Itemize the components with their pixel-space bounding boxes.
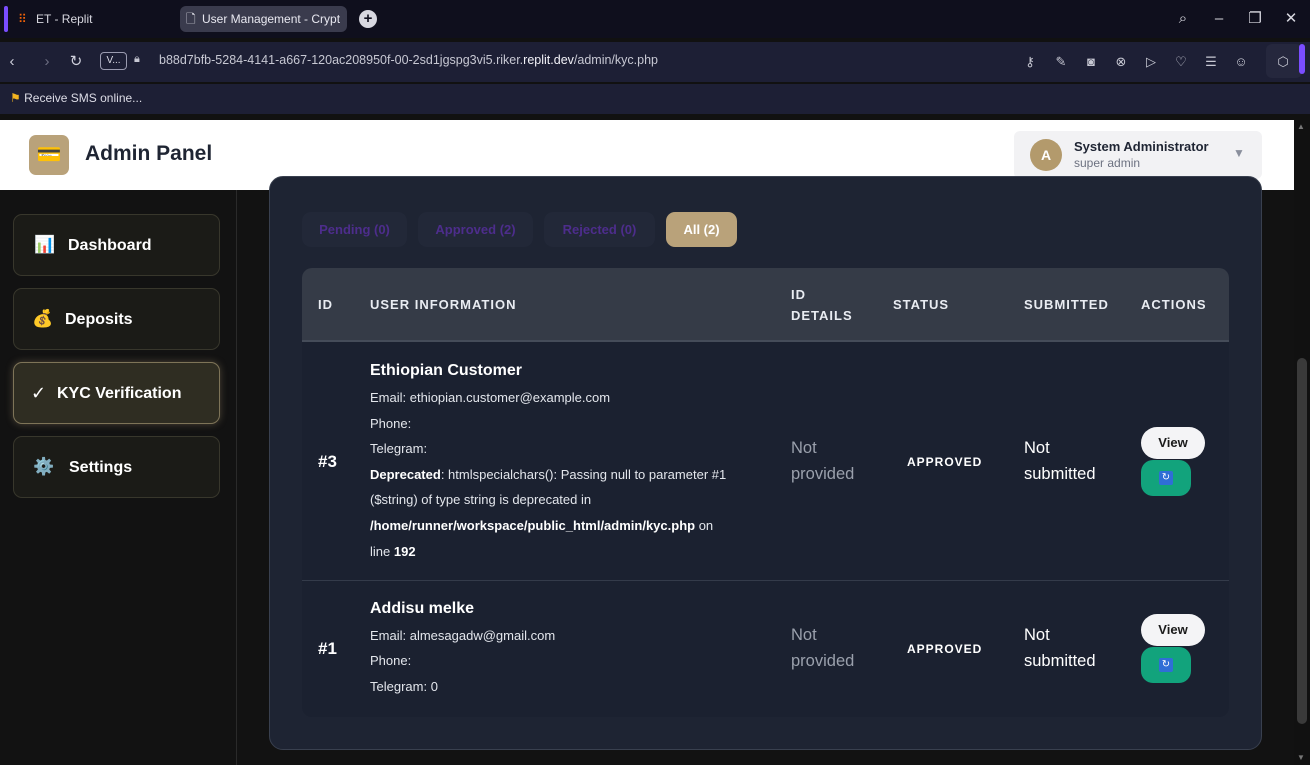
sidebar-item-settings[interactable]: ⚙️ Settings [13, 436, 220, 498]
user-role: super admin [1074, 156, 1141, 170]
status-badge: APPROVED [907, 455, 983, 469]
row-id: #3 [318, 452, 337, 471]
replit-icon: ⠿ [18, 12, 27, 26]
view-button[interactable]: View [1141, 614, 1205, 646]
tab-et-replit[interactable]: ⠿ ET - Replit [14, 6, 174, 32]
scroll-up-icon[interactable]: ▲ [1297, 122, 1305, 131]
row-telegram: Telegram: [370, 441, 428, 456]
message-flag-icon: ⚑ [10, 91, 21, 105]
workspace-indicator [4, 6, 8, 32]
money-bag-icon: 💰 [32, 309, 54, 328]
tab-user-management[interactable]: 🗋 User Management - Crypt [180, 6, 347, 32]
php-warning-line3: /home/runner/workspace/public_html/admin… [370, 518, 714, 533]
avatar[interactable]: A [1030, 139, 1062, 171]
row-id: #1 [318, 639, 337, 658]
forward-icon[interactable]: › [37, 52, 57, 72]
bookmark-receive-sms[interactable]: ⚑ Receive SMS online... [10, 91, 142, 105]
gear-icon: ⚙️ [33, 457, 55, 476]
tab-all[interactable]: All (2) [666, 212, 737, 247]
sidebar-item-dashboard[interactable]: 📊 Dashboard [13, 214, 220, 276]
close-window-icon[interactable]: ✕ [1280, 8, 1302, 30]
bar-chart-icon: 📊 [34, 235, 56, 254]
site-info-badge[interactable]: V... [100, 52, 127, 70]
profile-icon[interactable]: ☺ [1232, 53, 1250, 71]
col-status: STATUS [893, 297, 950, 312]
update-status-button[interactable]: ↻ [1141, 460, 1191, 496]
refresh-icon: ↻ [1159, 658, 1173, 672]
sidebar-item-kyc[interactable]: ✓ KYC Verification [13, 362, 220, 424]
update-status-button[interactable]: ↻ [1141, 647, 1191, 683]
refresh-icon: ↻ [1159, 471, 1173, 485]
check-icon: ✓ [31, 383, 47, 403]
back-icon[interactable]: ‹ [2, 52, 22, 72]
restore-icon[interactable]: ❐ [1244, 8, 1266, 30]
php-warning-line1: Deprecated: htmlspecialchars(): Passing … [370, 467, 727, 482]
php-warning-line2: ($string) of type string is deprecated i… [370, 492, 592, 507]
col-id-details: ID DETAILS [791, 287, 853, 323]
col-user-information: USER INFORMATION [370, 297, 517, 312]
lock-icon[interactable]: 🔒︎ [134, 53, 140, 66]
new-tab-icon[interactable]: + [359, 10, 377, 28]
view-button[interactable]: View [1141, 427, 1205, 459]
minimize-icon[interactable]: – [1208, 8, 1230, 30]
tab-rejected[interactable]: Rejected (0) [544, 212, 655, 247]
col-actions: ACTIONS [1141, 297, 1207, 312]
col-submitted: SUBMITTED [1024, 297, 1109, 312]
row-submitted: Not submitted [1024, 626, 1096, 670]
credit-card-icon: 💳 [29, 135, 69, 175]
php-warning-line4: line 192 [370, 544, 416, 559]
status-badge: APPROVED [907, 642, 983, 656]
row-user-name: Ethiopian Customer [370, 362, 523, 379]
row-phone: Phone: [370, 416, 412, 431]
scrollbar-thumb[interactable] [1297, 358, 1307, 724]
tab-approved[interactable]: Approved (2) [418, 212, 533, 247]
row-submitted: Not submitted [1024, 439, 1096, 483]
brand-title: Admin Panel [85, 142, 213, 165]
url-field[interactable]: b88d7bfb-5284-4141-a667-120ac208950f-00-… [159, 53, 658, 67]
key-icon[interactable]: ⚷ [1021, 53, 1039, 71]
cube-icon[interactable]: ⬡ [1274, 53, 1292, 71]
send-icon[interactable]: ▷ [1142, 53, 1160, 71]
scroll-down-icon[interactable]: ▼ [1297, 753, 1305, 762]
bookmarks-bar [0, 84, 1310, 114]
page-icon: 🗋 [186, 12, 196, 26]
row-id-details: Not provided [791, 439, 855, 483]
row-user-name: Addisu melke [370, 600, 475, 617]
sidebar-item-deposits[interactable]: 💰 Deposits [13, 288, 220, 350]
col-id: ID [318, 297, 333, 312]
menu-icon[interactable]: ☰ [1202, 53, 1220, 71]
edit-icon[interactable]: ✎ [1052, 53, 1070, 71]
row-email: Email: ethiopian.customer@example.com [370, 390, 611, 405]
row-telegram: Telegram: 0 [370, 679, 438, 694]
tab-pending[interactable]: Pending (0) [302, 212, 407, 247]
sidebar-indicator [1299, 44, 1305, 74]
reload-icon[interactable]: ↻ [66, 52, 86, 72]
row-id-details: Not provided [791, 626, 855, 670]
search-tabs-icon[interactable]: ⌕ [1172, 8, 1194, 30]
row-phone: Phone: [370, 653, 412, 668]
row-email: Email: almesagadw@gmail.com [370, 628, 556, 643]
camera-icon[interactable]: ◙ [1082, 53, 1100, 71]
shield-icon[interactable]: ⊗ [1112, 53, 1130, 71]
user-name: System Administrator [1074, 139, 1209, 154]
heart-icon[interactable]: ♡ [1172, 53, 1190, 71]
chevron-down-icon[interactable]: ▼ [1233, 146, 1245, 160]
